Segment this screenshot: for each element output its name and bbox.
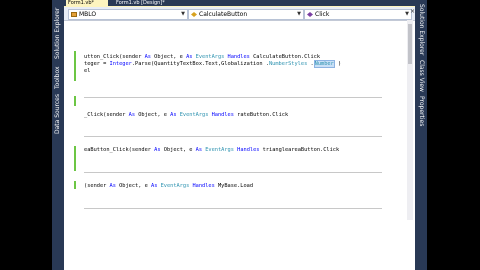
- dock-tab-solution-explorer[interactable]: Solution Explorer: [53, 4, 63, 62]
- editor-vertical-scrollbar[interactable]: [407, 20, 413, 220]
- event-icon: [191, 12, 197, 17]
- class-icon: [71, 12, 77, 17]
- code-editor[interactable]: utton_Click(sender As Object, e As Event…: [64, 21, 415, 270]
- method-separator: [84, 97, 382, 98]
- watermark-mark: [373, 265, 383, 270]
- left-dock: Solution Explorer Toolbox Data Sources: [52, 0, 64, 270]
- scrollbar-thumb[interactable]: [408, 24, 412, 64]
- dock-tab-toolbox[interactable]: Toolbox: [53, 66, 63, 90]
- change-marker: [74, 181, 76, 189]
- change-marker: [74, 96, 76, 106]
- code-line-calculate-handler[interactable]: utton_Click(sender As Object, e As Event…: [84, 54, 320, 61]
- dock-tab-data-sources[interactable]: Data Sources: [53, 94, 63, 134]
- editor-gutter: [64, 21, 70, 270]
- code-line-load-handler[interactable]: (sender As Object, e As EventArgs Handle…: [84, 183, 253, 190]
- method-separator: [84, 172, 382, 173]
- method-separator: [84, 208, 382, 209]
- change-marker: [74, 51, 76, 81]
- dock-tab-solution-explorer-right[interactable]: Solution Explorer: [416, 2, 426, 58]
- code-line-triangle-handler[interactable]: eaButton_Click(sender As Object, e As Ev…: [84, 147, 339, 154]
- class-combo[interactable]: MBLO ▼: [68, 9, 188, 20]
- code-line-3[interactable]: el: [84, 68, 90, 75]
- chevron-down-icon: ▼: [405, 11, 409, 17]
- chevron-down-icon: ▼: [181, 11, 185, 17]
- selected-text: Number: [313, 60, 335, 68]
- code-line-parse[interactable]: teger = Integer.Parse(QuantityTextBox.Te…: [84, 60, 341, 68]
- method-icon: [307, 12, 313, 17]
- event-combo[interactable]: Click ▼: [304, 9, 412, 20]
- dock-tab-properties[interactable]: Properties: [416, 94, 426, 128]
- change-marker: [74, 146, 76, 171]
- right-dock: Solution Explorer Class View Properties: [415, 0, 427, 270]
- object-combo[interactable]: CalculateButton ▼: [188, 9, 304, 20]
- navigation-bar: MBLO ▼ CalculateButton ▼ Click ▼: [64, 7, 415, 21]
- chevron-down-icon: ▼: [297, 11, 301, 17]
- method-separator: [84, 136, 382, 137]
- code-line-rate-handler[interactable]: _Click(sender As Object, e As EventArgs …: [84, 112, 288, 119]
- class-combo-value: MBLO: [79, 11, 97, 18]
- dock-tab-class-view[interactable]: Class View: [416, 60, 426, 92]
- object-combo-value: CalculateButton: [199, 11, 248, 18]
- event-combo-value: Click: [315, 11, 330, 18]
- ide-window: Solution Explorer Toolbox Data Sources F…: [52, 0, 427, 270]
